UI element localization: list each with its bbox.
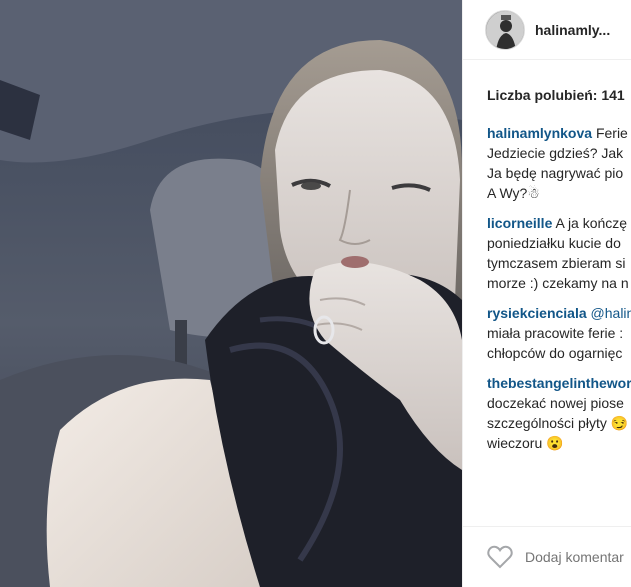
avatar[interactable]: [485, 9, 525, 50]
comment-mention[interactable]: @halin: [591, 305, 631, 321]
comment-line: halinamlynkova Ferie: [487, 123, 631, 143]
post-author-username[interactable]: halinamly...: [535, 22, 610, 38]
comment-text: chłopców do ogarnięc: [487, 345, 623, 361]
add-comment-input[interactable]: [525, 549, 631, 565]
comment-line: licorneille A ja kończę: [487, 213, 631, 233]
comment-text: A Wy?☃: [487, 185, 540, 201]
comment-username[interactable]: thebestangelinthewor: [487, 373, 631, 393]
comment-text: morze :) czekamy na n: [487, 275, 629, 291]
comment-item: rysiekcienciala @halin miała pracowite f…: [487, 303, 631, 363]
comment-username[interactable]: rysiekcienciala: [487, 305, 587, 321]
comments-list: halinamlynkova Ferie Jedziecie gdzieś? J…: [487, 123, 631, 463]
comment-text: szczególności płyty 😏: [487, 415, 629, 431]
likes-count[interactable]: Liczba polubień: 141: [487, 87, 625, 103]
heart-outline-icon[interactable]: [487, 545, 513, 569]
comment-item: halinamlynkova Ferie Jedziecie gdzieś? J…: [487, 123, 631, 203]
comment-username[interactable]: halinamlynkova: [487, 125, 592, 141]
avatar-picture: [486, 10, 524, 49]
post-photo[interactable]: [0, 0, 462, 587]
comment-item: licorneille A ja kończę poniedziałku kuc…: [487, 213, 631, 293]
post-sidebar: halinamly... Liczba polubień: 141 halina…: [462, 0, 631, 587]
comment-line: rysiekcienciala @halin: [487, 303, 631, 323]
comment-username[interactable]: licorneille: [487, 215, 552, 231]
comment-text: tymczasem zbieram si: [487, 255, 626, 271]
comment-item: thebestangelinthewor doczekać nowej pios…: [487, 373, 631, 453]
comment-text: Jedziecie gdzieś? Jak: [487, 145, 624, 161]
comment-text: Ja będę nagrywać pio: [487, 165, 624, 181]
comment-text: Ferie: [595, 125, 628, 141]
comment-text: A ja kończę: [555, 215, 628, 231]
comment-text: poniedziałku kucie do: [487, 235, 621, 251]
post-header: halinamly...: [463, 0, 631, 60]
comment-text: miała pracowite ferie :: [487, 325, 624, 341]
comment-text: doczekać nowej piose: [487, 395, 624, 411]
selfie-image: [0, 0, 462, 587]
comment-text: wieczoru 😮: [487, 435, 564, 451]
post-actions: [463, 526, 631, 587]
